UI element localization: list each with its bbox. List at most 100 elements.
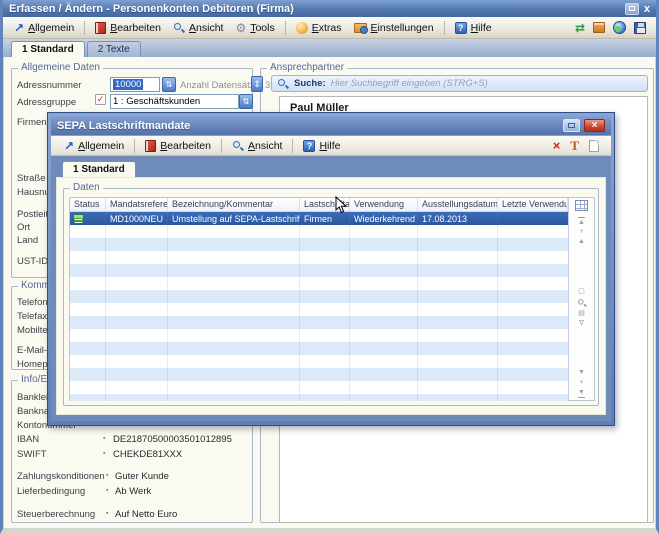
cell-bezeichnung: Umstellung auf SEPA-Lastschrift — [168, 214, 300, 224]
sync-icon[interactable]: ⇄ — [575, 21, 585, 35]
grid-column-separator — [105, 212, 106, 401]
save-icon[interactable] — [634, 22, 646, 34]
tab-standard[interactable]: 1 Standard — [11, 41, 85, 57]
grid-empty-row — [70, 264, 568, 277]
label-zahlungskonditionen: Zahlungskonditionen — [17, 471, 105, 482]
adressnummer-input[interactable]: 10000 — [110, 77, 160, 92]
grid-column-separator — [417, 212, 418, 401]
window-select-icon[interactable]: ▢ — [578, 287, 585, 297]
grid-empty-row — [70, 394, 568, 401]
delete-icon[interactable]: × — [553, 140, 561, 152]
modal-close-icon[interactable]: × — [584, 119, 605, 132]
modal-menu-bearbeiten[interactable]: Bearbeiten — [140, 138, 216, 154]
label-telefon: Telefon — [17, 297, 48, 308]
field-marker: ▪ — [106, 510, 108, 517]
menu-separator — [134, 139, 135, 153]
modal-restore-icon[interactable] — [563, 119, 580, 132]
modal-panel: Daten Status Mandatsreferenz Bezeichnung… — [56, 177, 606, 415]
menu-separator — [285, 21, 286, 35]
search-icon — [277, 78, 289, 90]
package-icon[interactable] — [593, 22, 605, 33]
group-label: Allgemeine Daten — [18, 62, 103, 73]
row-append-icon[interactable]: + — [579, 378, 583, 388]
column-verwendung[interactable]: Verwendung — [350, 198, 418, 211]
menu-extras[interactable]: Extras — [291, 20, 347, 36]
panel-splitter-icon[interactable]: ⇕ — [251, 76, 263, 92]
globe-icon[interactable] — [613, 21, 626, 34]
scroll-up-icon[interactable]: ▲ — [578, 237, 585, 247]
grid-rows: MD1000NEU Umstellung auf SEPA-Lastschrif… — [70, 212, 568, 401]
filter-icon[interactable]: ∇ — [579, 319, 584, 329]
mouse-cursor — [335, 196, 347, 214]
column-letzte-verwendung[interactable]: Letzte Verwendung — [498, 198, 568, 211]
help-icon: ? — [303, 140, 315, 152]
text-filter-icon[interactable]: T — [570, 140, 579, 152]
column-bezeichnung[interactable]: Bezeichnung/Kommentar — [168, 198, 300, 211]
grid-empty-row — [70, 355, 568, 368]
label-land: Land — [17, 235, 38, 246]
modal-group-daten: Daten Status Mandatsreferenz Bezeichnung… — [63, 188, 599, 406]
adressgruppe-spinner[interactable]: ⇅ — [239, 94, 253, 109]
arrow-ne-icon: ↗ — [14, 23, 24, 33]
tab-texte[interactable]: 2 Texte — [87, 41, 141, 57]
cell-lastschriftart: Firmen — [300, 214, 350, 224]
magnifier-icon — [173, 22, 185, 34]
grid-toolbar-strip: ▲ + ▲ ▢ ▤ ∇ ▼ + ▼ — [568, 198, 594, 400]
label-adressnummer: Adressnummer — [17, 80, 81, 91]
status-cell — [70, 214, 106, 224]
column-mandatsreferenz[interactable]: Mandatsreferenz — [106, 198, 168, 211]
restore-icon[interactable] — [625, 3, 639, 15]
close-icon[interactable]: x — [644, 3, 650, 15]
grid-column-separator — [497, 212, 498, 401]
extras-icon — [296, 22, 308, 34]
modal-body: 1 Standard Daten Status Mandatsreferenz … — [51, 156, 611, 421]
checkbox-red-check-icon[interactable]: ✓ — [95, 94, 106, 105]
main-menubar: ↗Allgemein Bearbeiten Ansicht ⚙Tools Ext… — [3, 17, 656, 39]
menu-hilfe[interactable]: ?Hilfe — [450, 20, 497, 36]
scroll-down-icon[interactable]: ▼ — [578, 368, 585, 378]
notebook-icon — [145, 140, 156, 152]
scroll-to-bottom-icon[interactable]: ▼ — [578, 388, 585, 398]
grid-search-icon[interactable] — [577, 298, 587, 308]
modal-menu-hilfe[interactable]: ?Hilfe — [298, 138, 345, 154]
table-row-selected[interactable]: MD1000NEU Umstellung auf SEPA-Lastschrif… — [70, 212, 568, 225]
cell-verwendung: Wiederkehrend — [350, 214, 418, 224]
modal-titlebar: SEPA Lastschriftmandate × — [51, 116, 611, 135]
menu-tools[interactable]: ⚙Tools — [230, 20, 279, 36]
menu-separator — [444, 21, 445, 35]
contact-search-input[interactable]: Suche: Hier Suchbegriff eingeben (STRG+S… — [271, 75, 648, 92]
column-status[interactable]: Status — [70, 198, 106, 211]
group-label: Daten — [70, 182, 103, 193]
label-strasse: Straße — [17, 173, 46, 184]
menu-ansicht[interactable]: Ansicht — [168, 20, 228, 36]
grid-empty-row — [70, 368, 568, 381]
menu-einstellungen[interactable]: Einstellungen — [349, 20, 439, 36]
modal-tabrow: 1 Standard — [56, 161, 606, 177]
adressgruppe-combo[interactable]: 1 : Geschäftskunden — [110, 94, 239, 109]
column-ausstellungsdatum[interactable]: Ausstellungsdatum — [418, 198, 498, 211]
grid-empty-row — [70, 225, 568, 238]
label-telefax: Telefax — [17, 311, 47, 322]
row-insert-icon[interactable]: + — [579, 227, 583, 237]
document-icon[interactable] — [589, 140, 599, 152]
modal-menu-ansicht[interactable]: Ansicht — [227, 138, 287, 154]
rows-view-icon[interactable]: ▤ — [578, 309, 585, 319]
adressnummer-spinner[interactable]: ⇅ — [162, 77, 176, 92]
value-lieferbedingung: Ab Werk — [115, 486, 151, 497]
scroll-to-top-icon[interactable]: ▲ — [578, 217, 585, 227]
menu-bearbeiten[interactable]: Bearbeiten — [90, 20, 166, 36]
field-marker: ▪ — [103, 450, 105, 457]
modal-toolbar: ↗Allgemein Bearbeiten Ansicht ?Hilfe × T — [51, 136, 611, 156]
label-swift: SWIFT — [17, 449, 47, 460]
cell-ausstellungsdatum: 17.08.2013 — [418, 214, 498, 224]
menu-separator — [292, 139, 293, 153]
modal-menu-allgemein[interactable]: ↗Allgemein — [59, 138, 129, 154]
label-steuerberechnung: Steuerberechnung — [17, 509, 95, 520]
label-lieferbedingung: Lieferbedingung — [17, 486, 85, 497]
label-adressgruppe: Adressgruppe — [17, 97, 76, 108]
field-marker: ▪ — [106, 487, 108, 494]
menu-allgemein[interactable]: ↗Allgemein — [9, 20, 79, 36]
grid-layout-icon[interactable] — [575, 200, 588, 211]
grid-header: Status Mandatsreferenz Bezeichnung/Komme… — [70, 198, 568, 212]
modal-tab-standard[interactable]: 1 Standard — [62, 161, 136, 177]
